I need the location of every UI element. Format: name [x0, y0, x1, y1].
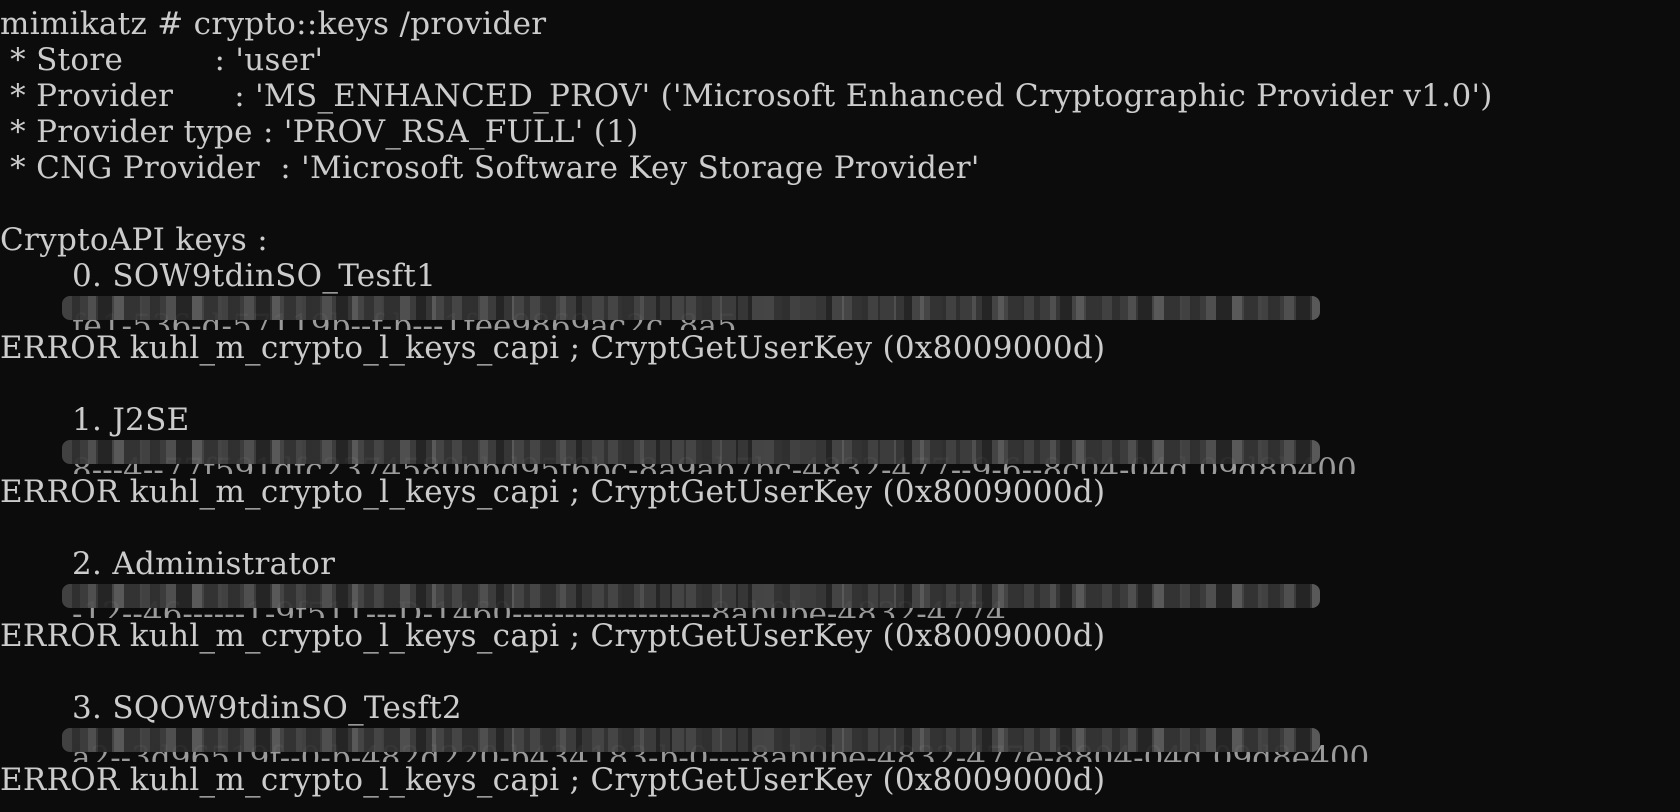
error-line: ERROR kuhl_m_crypto_l_keys_capi ; CryptG… — [0, 618, 1106, 654]
provider-line: * Provider : 'MS_ENHANCED_PROV' ('Micros… — [0, 78, 1493, 114]
redacted-key-container: 8---4--77f591dfc2374580bbd95f6bc-8a9ab7b… — [0, 438, 1680, 474]
key-entry-label: 1. J2SE — [72, 402, 190, 438]
error-line: ERROR kuhl_m_crypto_l_keys_capi ; CryptG… — [0, 330, 1106, 366]
redaction-blur — [62, 440, 1320, 464]
key-entry-label: 0. SOW9tdinSO_Tesft1 — [72, 258, 437, 294]
redaction-blur — [62, 296, 1320, 320]
error-line: ERROR kuhl_m_crypto_l_keys_capi ; CryptG… — [0, 762, 1106, 798]
redacted-key-container: -12--46------1-9f511---D-1460-----------… — [0, 582, 1680, 618]
cng-provider-line: * CNG Provider : 'Microsoft Software Key… — [0, 150, 980, 186]
key-entry-label: 3. SQOW9tdinSO_Tesft2 — [72, 690, 462, 726]
key-entry-label: 2. Administrator — [72, 546, 336, 582]
error-line: ERROR kuhl_m_crypto_l_keys_capi ; CryptG… — [0, 474, 1106, 510]
store-line: * Store : 'user' — [0, 42, 324, 78]
redacted-key-container: a2--3d96519f--0-b-482d220-b434183-b-0---… — [0, 726, 1680, 762]
redaction-blur — [62, 728, 1320, 752]
redaction-blur — [62, 584, 1320, 608]
redacted-key-container: fe1-536-d-57119b--f-b---1fee9869ac2c_8a5 — [0, 294, 1680, 330]
cryptoapi-keys-header: CryptoAPI keys : — [0, 222, 269, 258]
terminal-window[interactable]: mimikatz # crypto::keys /provider * Stor… — [0, 0, 1680, 812]
provider-type-line: * Provider type : 'PROV_RSA_FULL' (1) — [0, 114, 639, 150]
command-line: mimikatz # crypto::keys /provider — [0, 6, 547, 42]
